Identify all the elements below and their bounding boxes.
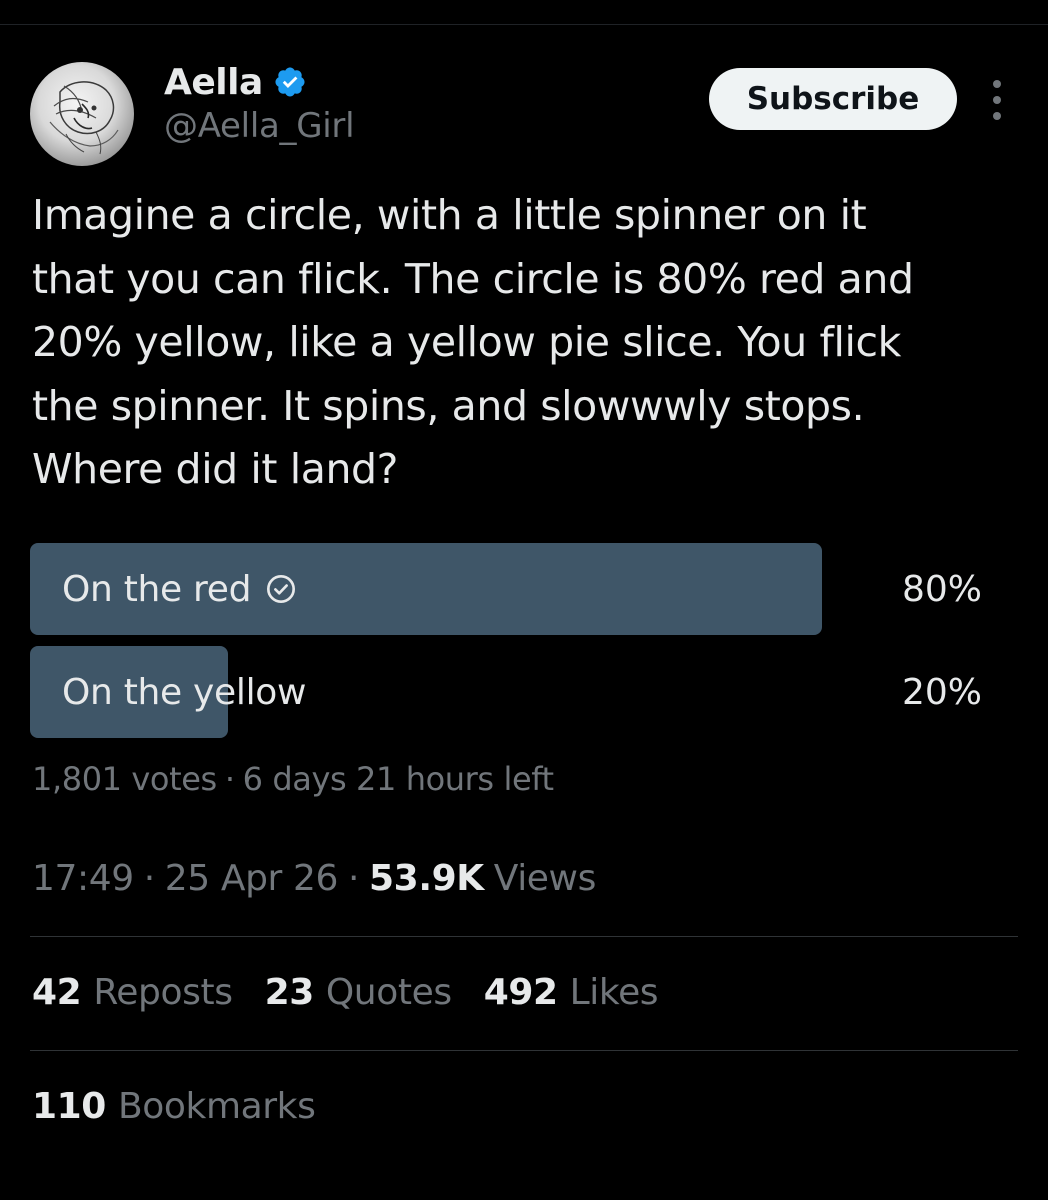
author-handle[interactable]: @Aella_Girl (164, 106, 355, 146)
divider (30, 936, 1018, 937)
likes-label: Likes (569, 972, 659, 1013)
quotes-count: 23 (264, 972, 315, 1013)
separator: · (143, 858, 155, 899)
tweet-meta: 17:49 · 25 Apr 26 · 53.9K Views (32, 858, 596, 899)
poll-option-label: On the red (62, 568, 252, 610)
author-name-row[interactable]: Aella (164, 58, 307, 106)
more-dot (993, 96, 1001, 104)
tweet-time[interactable]: 17:49 (32, 858, 134, 899)
quotes-label: Quotes (325, 972, 452, 1013)
poll-option-percent: 80% (901, 568, 982, 610)
sketch-portrait-avatar-icon (49, 81, 119, 155)
poll-time-left: 6 days 21 hours left (242, 760, 555, 798)
more-dot (993, 80, 1001, 88)
bookmarks-stat[interactable]: 110 Bookmarks (32, 1086, 316, 1127)
more-dot (993, 112, 1001, 120)
avatar[interactable] (30, 62, 134, 166)
poll-votes: 1,801 votes (32, 760, 217, 798)
more-vertical-icon[interactable] (982, 80, 1012, 120)
poll-option-label: On the yellow (62, 671, 307, 713)
reposts-label: Reposts (93, 972, 233, 1013)
reposts-count: 42 (32, 972, 82, 1013)
check-circle-icon (267, 575, 296, 603)
reposts-stat[interactable]: 42 Reposts (32, 972, 233, 1013)
quotes-stat[interactable]: 23 Quotes (264, 972, 453, 1013)
views-count[interactable]: 53.9K (369, 858, 484, 899)
separator: · (224, 760, 235, 798)
views-label[interactable]: Views (494, 858, 597, 899)
display-name[interactable]: Aella (164, 62, 263, 103)
likes-count: 492 (483, 972, 558, 1013)
bookmarks-label: Bookmarks (117, 1086, 316, 1127)
bookmarks-count: 110 (32, 1086, 106, 1127)
poll-option-yellow: On the yellow 20% (30, 646, 1020, 738)
poll-option-red: On the red 80% (30, 543, 1020, 635)
tweet-date[interactable]: 25 Apr 26 (165, 858, 339, 899)
divider (30, 1050, 1018, 1051)
subscribe-button[interactable]: Subscribe (709, 68, 957, 130)
verified-badge-icon (275, 67, 305, 97)
poll-meta: 1,801 votes · 6 days 21 hours left (32, 760, 554, 798)
engagement-stats: 42 Reposts 23 Quotes 492 Likes (32, 972, 690, 1013)
separator: · (347, 858, 360, 899)
likes-stat[interactable]: 492 Likes (483, 972, 659, 1013)
tweet-text: Imagine a circle, with a little spinner … (32, 191, 914, 493)
poll-option-percent: 20% (901, 671, 982, 713)
top-divider (0, 24, 1048, 25)
